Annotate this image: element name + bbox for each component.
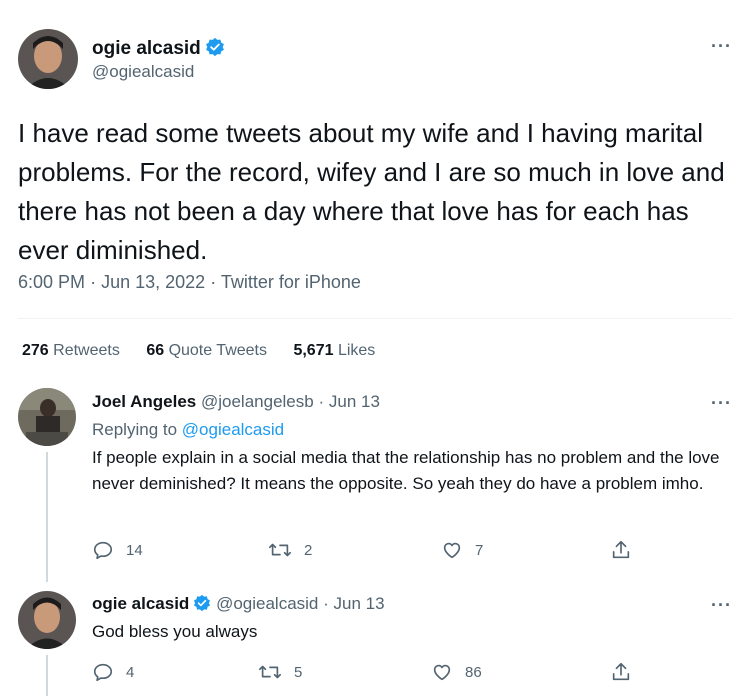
retweet-button[interactable]: 2	[268, 539, 312, 561]
replying-to-handle[interactable]: @ogiealcasid	[182, 420, 284, 439]
reply-count: 4	[126, 663, 135, 681]
retweet-count: 2	[304, 541, 313, 559]
more-icon[interactable]: ···	[711, 393, 732, 414]
tweet-text: I have read some tweets about my wife an…	[18, 118, 725, 265]
reply-author-handle[interactable]: @joelangelesb	[201, 392, 314, 411]
reply-author-name[interactable]: ogie alcasid	[92, 594, 189, 613]
like-button[interactable]: 7	[441, 539, 483, 561]
author-handle[interactable]: @ogiealcasid	[92, 62, 194, 82]
like-count: 86	[465, 663, 482, 681]
author-avatar[interactable]	[18, 29, 78, 89]
quote-tweets-stat[interactable]: 66 Quote Tweets	[146, 342, 267, 359]
reply-header: Joel Angeles @joelangelesb · Jun 13	[92, 392, 380, 412]
retweet-button[interactable]: 5	[258, 661, 302, 683]
verified-badge-icon	[193, 594, 211, 617]
share-icon	[612, 662, 630, 681]
reply-actions: 4 5 86	[92, 661, 632, 683]
reply-count: 14	[126, 541, 143, 559]
more-icon[interactable]: ···	[711, 595, 732, 616]
tweet-date[interactable]: Jun 13, 2022	[101, 272, 205, 292]
likes-label: Likes	[337, 342, 376, 359]
like-button[interactable]: 86	[431, 661, 482, 683]
retweets-label: Retweets	[53, 342, 120, 359]
reply-button[interactable]: 14	[92, 539, 143, 561]
verified-badge-icon	[205, 37, 225, 62]
retweet-icon	[269, 543, 291, 557]
tweet-meta: 6:00 PM · Jun 13, 2022 · Twitter for iPh…	[18, 272, 361, 293]
thread-line	[46, 655, 48, 696]
reply-avatar[interactable]	[18, 388, 76, 446]
reply-author-handle[interactable]: @ogiealcasid	[216, 594, 318, 613]
replying-to: Replying to @ogiealcasid	[92, 417, 732, 443]
reply-avatar[interactable]	[18, 591, 76, 649]
tweet-stats: 276 Retweets 66 Quote Tweets 5,671 Likes	[22, 342, 397, 360]
reply-button[interactable]: 4	[92, 661, 134, 683]
quotes-count: 66	[146, 342, 165, 359]
separator-dot: ·	[323, 594, 329, 613]
like-icon	[433, 664, 451, 681]
share-icon	[612, 540, 630, 559]
quotes-label: Quote Tweets	[168, 342, 267, 359]
reply-date[interactable]: Jun 13	[334, 594, 385, 613]
thread-line	[46, 452, 48, 582]
tweet-source[interactable]: Twitter for iPhone	[221, 272, 361, 292]
author-name[interactable]: ogie alcasid	[92, 38, 201, 59]
likes-count: 5,671	[293, 342, 334, 359]
tweet-time[interactable]: 6:00 PM	[18, 272, 85, 292]
reply-text: God bless you always	[92, 622, 258, 641]
like-icon	[443, 542, 461, 559]
reply-header: ogie alcasid @ogiealcasid · Jun 13	[92, 594, 385, 617]
retweet-icon	[259, 665, 281, 679]
reply-author-name[interactable]: Joel Angeles	[92, 392, 196, 411]
divider	[18, 318, 732, 319]
reply-date[interactable]: Jun 13	[329, 392, 380, 411]
reply-actions: 14 2 7	[92, 539, 632, 561]
likes-stat[interactable]: 5,671 Likes	[293, 342, 375, 359]
separator-dot: ·	[210, 272, 217, 292]
reply-icon	[93, 663, 113, 682]
like-count: 7	[475, 541, 484, 559]
share-button[interactable]	[610, 539, 644, 561]
retweets-stat[interactable]: 276 Retweets	[22, 342, 120, 359]
retweets-count: 276	[22, 342, 49, 359]
retweet-count: 5	[294, 663, 303, 681]
replying-to-prefix: Replying to	[92, 420, 178, 439]
share-button[interactable]	[610, 661, 644, 683]
separator-dot: ·	[90, 272, 97, 292]
author-name-row: ogie alcasid	[92, 37, 225, 62]
more-icon[interactable]: ···	[711, 36, 732, 57]
separator-dot: ·	[318, 392, 325, 411]
reply-text: If people explain in a social media that…	[92, 448, 720, 493]
reply-icon	[93, 541, 113, 560]
